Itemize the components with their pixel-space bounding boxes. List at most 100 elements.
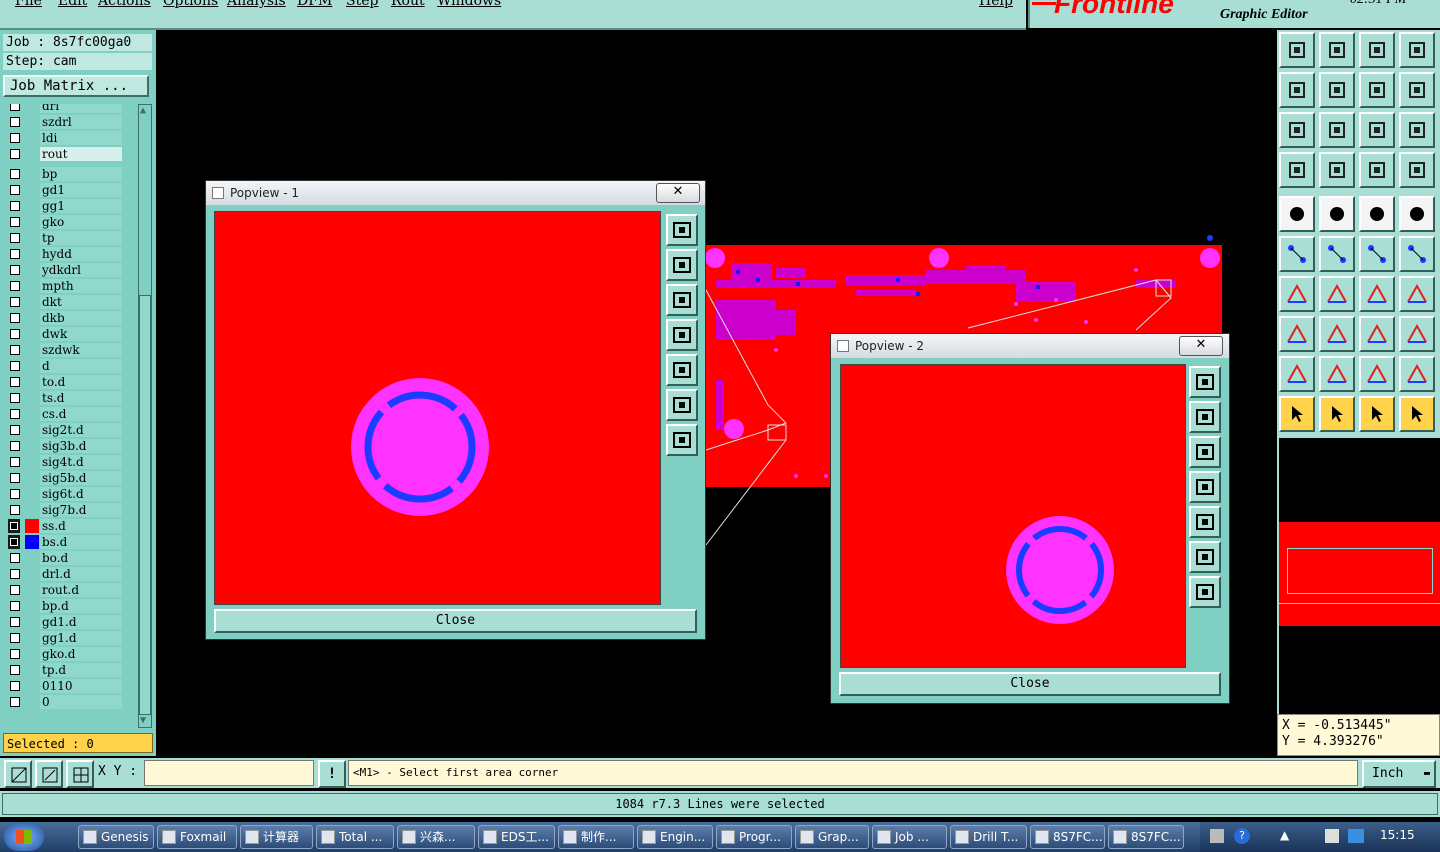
- job-matrix-button[interactable]: Job Matrix ...: [3, 75, 149, 97]
- layer-name[interactable]: cs.d: [40, 407, 122, 421]
- menu-dfm[interactable]: DFM: [297, 0, 332, 9]
- measure-tool-button[interactable]: [35, 760, 63, 788]
- layer-scrollbar[interactable]: ▲ ▼: [138, 104, 152, 728]
- menu-help[interactable]: Help: [979, 0, 1013, 9]
- layer-name[interactable]: gd1: [40, 183, 122, 197]
- layer-row[interactable]: ldi: [4, 130, 128, 146]
- layer-row[interactable]: gd1: [4, 182, 128, 198]
- node-button[interactable]: [1399, 236, 1435, 272]
- layer-name[interactable]: dkb: [40, 311, 122, 325]
- overview-map[interactable]: [1277, 438, 1440, 714]
- layer-name[interactable]: bp.d: [40, 599, 122, 613]
- taskbar-item[interactable]: Progr...: [716, 825, 792, 849]
- taskbar-item[interactable]: 8S7FC...: [1108, 825, 1184, 849]
- zoom-fit-button[interactable]: [1279, 112, 1315, 148]
- layer-name[interactable]: mpth: [40, 279, 122, 293]
- page-right-button[interactable]: [1189, 506, 1221, 538]
- center-button[interactable]: [666, 424, 698, 456]
- layer-row[interactable]: rout.d: [4, 582, 128, 598]
- layer-checkbox[interactable]: [10, 505, 20, 515]
- menu-windows[interactable]: Windows: [437, 0, 501, 9]
- point-button[interactable]: [1279, 316, 1315, 352]
- layer-checkbox[interactable]: [10, 169, 20, 179]
- scroll-thumb[interactable]: [139, 295, 151, 715]
- layer-row[interactable]: tp: [4, 230, 128, 246]
- scroll-up-icon[interactable]: ▲: [140, 105, 150, 117]
- popview-1-titlebar[interactable]: Popview - 1: [206, 181, 705, 205]
- taskbar-item[interactable]: Genesis: [78, 825, 154, 849]
- save-button[interactable]: [1319, 32, 1355, 68]
- mirror-button[interactable]: [1399, 276, 1435, 312]
- angle-button[interactable]: [1279, 276, 1315, 312]
- layer-row[interactable]: cs.d: [4, 406, 128, 422]
- fit-button[interactable]: [666, 389, 698, 421]
- layer-checkbox[interactable]: [10, 601, 20, 611]
- layer-row[interactable]: bp: [4, 166, 128, 182]
- cross-button[interactable]: [1319, 236, 1355, 272]
- page-right-button[interactable]: [666, 354, 698, 386]
- layer-row[interactable]: dkt: [4, 294, 128, 310]
- arc-button[interactable]: [1359, 236, 1395, 272]
- layer-checkbox[interactable]: [10, 649, 20, 659]
- layer-row[interactable]: szdwk: [4, 342, 128, 358]
- layer-name[interactable]: drl.d: [40, 567, 122, 581]
- pad-select-button[interactable]: [1279, 196, 1315, 232]
- layer-checkbox[interactable]: [10, 117, 20, 127]
- layer-row[interactable]: gg1.d: [4, 630, 128, 646]
- layer-checkbox[interactable]: [10, 185, 20, 195]
- taskbar-item[interactable]: Drill T...: [950, 825, 1027, 849]
- layer-name[interactable]: hydd: [40, 247, 122, 261]
- layer-checkbox[interactable]: [10, 377, 20, 387]
- minus-button[interactable]: [1319, 316, 1355, 352]
- triangle-button[interactable]: [1279, 356, 1315, 392]
- layer-name[interactable]: rout.d: [40, 583, 122, 597]
- layer-row[interactable]: sig7b.d: [4, 502, 128, 518]
- move-left-button[interactable]: [1279, 72, 1315, 108]
- layer-checkbox[interactable]: [10, 489, 20, 499]
- page-up-button[interactable]: [666, 249, 698, 281]
- layer-row[interactable]: to.d: [4, 374, 128, 390]
- layer-name[interactable]: bs.d: [40, 535, 122, 549]
- layer-row[interactable]: sig5b.d: [4, 470, 128, 486]
- page-down-button[interactable]: [666, 284, 698, 316]
- measure-button[interactable]: [1359, 316, 1395, 352]
- taskbar-item[interactable]: 8S7FC...: [1030, 825, 1105, 849]
- popview-2-close-button[interactable]: Close: [839, 672, 1221, 696]
- menu-file[interactable]: File: [15, 0, 42, 9]
- layer-name[interactable]: 0110: [40, 679, 122, 693]
- menu-actions[interactable]: Actions: [98, 0, 151, 9]
- bridge2-button[interactable]: [1399, 356, 1435, 392]
- layer-checkbox[interactable]: [10, 329, 20, 339]
- layer-checkbox[interactable]: [10, 697, 20, 707]
- layer-row[interactable]: 0110: [4, 678, 128, 694]
- layer-row[interactable]: mpth: [4, 278, 128, 294]
- layer-row[interactable]: dkb: [4, 310, 128, 326]
- grid-button[interactable]: [1319, 152, 1355, 188]
- layer-checkbox[interactable]: [8, 535, 20, 549]
- layer-row[interactable]: drl: [4, 104, 128, 114]
- fit-button[interactable]: [1189, 541, 1221, 573]
- layer-checkbox[interactable]: [10, 393, 20, 403]
- layer-name[interactable]: szdrl: [40, 115, 122, 129]
- taskbar-item[interactable]: Total ...: [316, 825, 394, 849]
- layer-checkbox[interactable]: [10, 409, 20, 419]
- popview-1-close-x[interactable]: ✕: [656, 183, 700, 203]
- connect-button[interactable]: [1279, 236, 1315, 272]
- taskbar-item[interactable]: 制作...: [558, 825, 634, 849]
- page-left-button[interactable]: [666, 319, 698, 351]
- popview-1-close-button[interactable]: Close: [214, 609, 697, 633]
- layer-row[interactable]: gd1.d: [4, 614, 128, 630]
- layer-row[interactable]: sig3b.d: [4, 438, 128, 454]
- help-icon[interactable]: ?: [1234, 828, 1250, 844]
- grid-tool-button[interactable]: [66, 760, 94, 788]
- layer-name[interactable]: ts.d: [40, 391, 122, 405]
- shape-button[interactable]: [1399, 316, 1435, 352]
- taskbar-item[interactable]: 兴森...: [397, 825, 475, 849]
- layer-name[interactable]: sig3b.d: [40, 439, 122, 453]
- layer-checkbox[interactable]: [10, 665, 20, 675]
- volume-icon[interactable]: [1348, 829, 1364, 843]
- layer-name[interactable]: sig6t.d: [40, 487, 122, 501]
- page-up-button[interactable]: [1189, 401, 1221, 433]
- layer-name[interactable]: dkt: [40, 295, 122, 309]
- popview-2-close-x[interactable]: ✕: [1179, 336, 1223, 356]
